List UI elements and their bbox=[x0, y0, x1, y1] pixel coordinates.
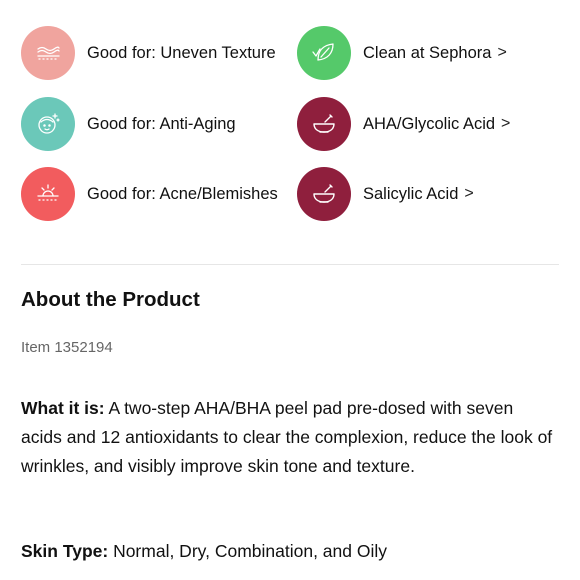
what-it-is-label: What it is: bbox=[21, 398, 105, 418]
skin-type-text: Normal, Dry, Combination, and Oily bbox=[108, 541, 387, 561]
acne-burst-icon bbox=[21, 167, 75, 221]
aha-glycolic-acid-link[interactable]: AHA/Glycolic Acid > bbox=[297, 96, 510, 152]
item-number: Item 1352194 bbox=[21, 339, 113, 356]
mortar-pestle-icon bbox=[297, 97, 351, 151]
chevron-right-icon: > bbox=[501, 115, 511, 132]
salicylic-acid-link[interactable]: Salicylic Acid > bbox=[297, 166, 474, 222]
chevron-right-icon: > bbox=[464, 185, 474, 202]
highlight-label: Good for: Acne/Blemishes bbox=[87, 184, 278, 203]
chevron-right-icon: > bbox=[497, 44, 507, 61]
highlight-uneven-texture: Good for: Uneven Texture bbox=[21, 25, 276, 81]
highlight-acne-blemishes: Good for: Acne/Blemishes bbox=[21, 166, 278, 222]
about-heading: About the Product bbox=[21, 288, 200, 311]
highlight-anti-aging: Good for: Anti-Aging bbox=[21, 96, 236, 152]
highlight-label: AHA/Glycolic Acid bbox=[363, 114, 496, 133]
uneven-texture-icon bbox=[21, 26, 75, 80]
highlight-label: Good for: Anti-Aging bbox=[87, 114, 236, 133]
skin-type-label: Skin Type: bbox=[21, 541, 109, 561]
leaf-check-icon bbox=[297, 26, 351, 80]
highlight-label: Clean at Sephora bbox=[363, 43, 492, 62]
skin-type-paragraph: Skin Type: Normal, Dry, Combination, and… bbox=[21, 537, 556, 566]
face-sparkle-icon bbox=[21, 97, 75, 151]
mortar-pestle-icon bbox=[297, 167, 351, 221]
section-divider bbox=[21, 264, 559, 265]
highlight-label: Good for: Uneven Texture bbox=[87, 43, 276, 62]
clean-at-sephora-link[interactable]: Clean at Sephora > bbox=[297, 25, 507, 81]
what-it-is-paragraph: What it is: A two-step AHA/BHA peel pad … bbox=[21, 394, 556, 481]
highlight-label: Salicylic Acid bbox=[363, 184, 459, 203]
